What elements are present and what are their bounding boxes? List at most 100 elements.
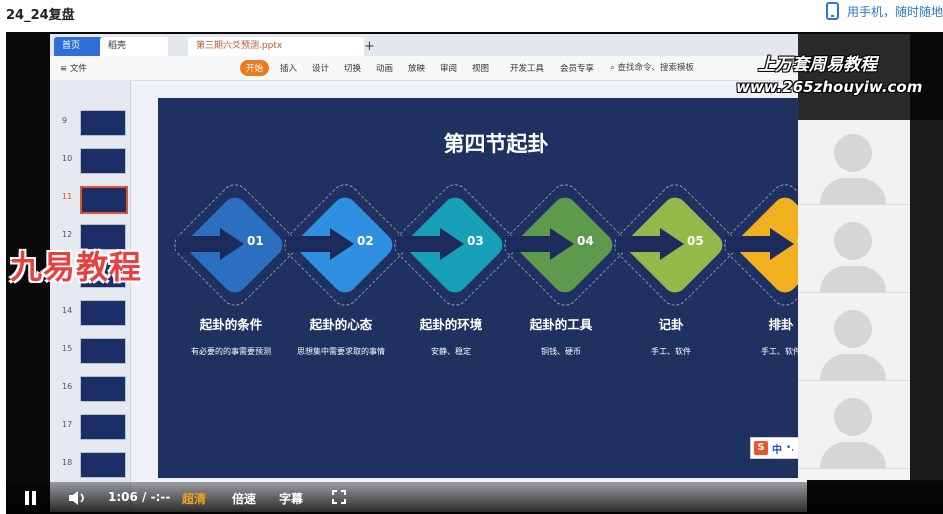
step-3: 03 起卦的环境安静、稳定: [388, 178, 522, 356]
thumb-num: 12: [62, 230, 73, 239]
ime-language[interactable]: 中: [772, 441, 782, 456]
step-label: 起卦的条件: [199, 317, 263, 332]
slide-thumbnail[interactable]: [80, 148, 126, 174]
phone-hint[interactable]: 用手机，随时随地: [826, 2, 943, 20]
page-title: 24_24复盘: [6, 8, 75, 23]
step-label: 记卦: [658, 317, 684, 332]
command-search-text: 查找命令、搜索模板: [617, 63, 694, 73]
thumb-num: 17: [62, 420, 73, 429]
step-description: 手工、软件: [651, 347, 691, 356]
sogou-logo-icon: S: [754, 441, 768, 455]
avatar-body: [820, 354, 886, 380]
ribbon-tab-member[interactable]: 会员专享: [560, 62, 594, 74]
tab-docer[interactable]: 稻壳: [100, 37, 168, 56]
speed-button[interactable]: 倍速: [232, 490, 256, 507]
arrow-icon: [726, 228, 794, 260]
avatar-icon: [834, 222, 872, 260]
slide-thumbnail[interactable]: [80, 414, 126, 440]
step-number: 02: [357, 234, 374, 248]
avatar-body: [820, 266, 886, 292]
step-number: 03: [467, 234, 484, 248]
quality-button[interactable]: 超清: [182, 490, 206, 507]
step-label: 起卦的工具: [529, 317, 593, 332]
thumb-num: 9: [62, 116, 68, 125]
tab-home[interactable]: 首页: [54, 37, 106, 56]
ribbon-tab-slideshow[interactable]: 放映: [408, 62, 425, 74]
video-player[interactable]: 首页 稻壳 第三期六爻预测.pptx + ≡ 文件 开始 插入 设计 切换 动画…: [6, 32, 943, 514]
arrow-icon: [616, 228, 684, 260]
tab-bar: 首页 稻壳 第三期六爻预测.pptx +: [50, 34, 807, 56]
avatar-body: [820, 178, 886, 204]
ribbon-tab-start[interactable]: 开始: [240, 60, 270, 76]
step-label: 起卦的心态: [309, 317, 373, 332]
player-controls: 1:06 / -:-- 超清 倍速 字幕: [6, 482, 943, 514]
step-5: 05 记卦手工、软件: [608, 178, 742, 356]
ribbon: ≡ 文件 开始 插入 设计 切换 动画 放映 审阅 视图 开发工具 会员专享 ⌕…: [50, 56, 807, 81]
step-2: 02 起卦的心态思想集中需要求取的事情: [278, 178, 412, 356]
participant-tile[interactable]: [798, 120, 910, 205]
participant-list: [798, 120, 910, 480]
ribbon-tab-transition[interactable]: 切换: [344, 62, 361, 74]
new-tab-button[interactable]: +: [356, 37, 383, 56]
thumb-num: 15: [62, 344, 73, 353]
avatar-body: [820, 442, 886, 468]
participant-tile[interactable]: [798, 296, 910, 381]
punctuation-icon[interactable]: •,: [786, 443, 794, 453]
step-description: 思想集中需要求取的事情: [297, 347, 385, 356]
volume-icon[interactable]: [68, 490, 90, 506]
avatar-icon: [834, 398, 872, 436]
step-description: 有必要的的事需要预测: [191, 347, 271, 356]
time-display: 1:06 / -:--: [108, 490, 171, 504]
thumb-num: 18: [62, 458, 73, 467]
phone-icon: [826, 2, 839, 20]
avatar-icon: [834, 310, 872, 348]
ribbon-tab-design[interactable]: 设计: [312, 62, 329, 74]
slide-title: 第四节起卦: [443, 132, 549, 156]
brand-overlay-url: www.265zhouyiw.com: [736, 78, 923, 96]
thumbnail-panel: 9 10 11 12 13 14 15 16 17 18: [50, 80, 131, 512]
arrow-icon: [176, 228, 244, 260]
ribbon-tab-developer[interactable]: 开发工具: [510, 62, 544, 74]
step-1: 01 起卦的条件有必要的的事需要预测: [168, 178, 302, 356]
slide-thumbnail[interactable]: [80, 376, 126, 402]
side-strip: [910, 120, 943, 480]
arrow-icon: [286, 228, 354, 260]
thumb-num: 10: [62, 154, 73, 163]
slide-thumbnail[interactable]: [80, 300, 126, 326]
tab-document[interactable]: 第三期六爻预测.pptx: [188, 37, 364, 56]
slide-thumbnail[interactable]: [80, 338, 126, 364]
slide-thumbnail[interactable]: [80, 110, 126, 136]
phone-hint-text: 用手机，随时随地: [847, 4, 943, 19]
avatar-icon: [834, 134, 872, 172]
slide-canvas: 第四节起卦 01 起卦的条件有必要的的事需要预测 02 起卦的心态思想集中需要求取的事…: [158, 98, 834, 478]
step-4: 04 起卦的工具铜钱、硬币: [498, 178, 632, 356]
wps-window: 首页 稻壳 第三期六爻预测.pptx + ≡ 文件 开始 插入 设计 切换 动画…: [50, 34, 847, 512]
arrow-icon: [506, 228, 574, 260]
step-description: 安静、稳定: [431, 347, 471, 356]
step-number: 01: [247, 234, 264, 248]
watermark: 九易教程: [10, 248, 143, 286]
pause-icon[interactable]: [24, 491, 38, 505]
webcam-feed: [798, 34, 910, 120]
ribbon-tab-insert[interactable]: 插入: [280, 62, 297, 74]
brand-overlay-title: 上万套周易教程: [758, 55, 877, 75]
step-label: 起卦的环境: [419, 317, 483, 332]
thumb-num: 11: [62, 192, 73, 201]
fullscreen-icon[interactable]: [332, 490, 346, 504]
arrow-icon: [396, 228, 464, 260]
thumb-num: 16: [62, 382, 73, 391]
step-number: 04: [577, 234, 594, 248]
ribbon-tab-view[interactable]: 视图: [472, 62, 489, 74]
ribbon-tab-animation[interactable]: 动画: [376, 62, 393, 74]
participant-tile[interactable]: [798, 384, 910, 469]
subtitles-button[interactable]: 字幕: [279, 490, 303, 507]
slide-thumbnail[interactable]: [80, 452, 126, 478]
step-description: 铜钱、硬币: [541, 347, 581, 356]
slide-thumbnail-selected[interactable]: [80, 186, 128, 214]
file-menu[interactable]: ≡ 文件: [60, 62, 87, 74]
step-number: 05: [687, 234, 704, 248]
participant-tile[interactable]: [798, 208, 910, 293]
command-search[interactable]: ⌕ 查找命令、搜索模板: [610, 61, 694, 73]
thumb-num: 14: [62, 306, 73, 315]
ribbon-tab-review[interactable]: 审阅: [440, 62, 457, 74]
